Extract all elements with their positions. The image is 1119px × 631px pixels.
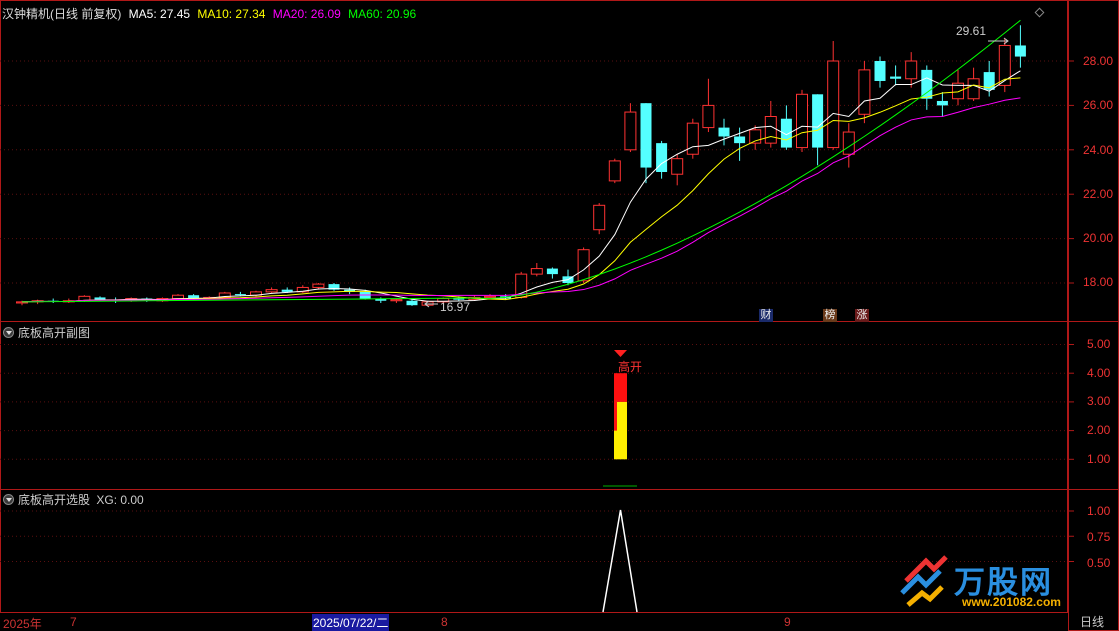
candle-body	[390, 299, 403, 302]
stock-title: 汉钟精机(日线 前复权)	[2, 7, 122, 21]
axis-sub-tick: 3.00	[1087, 394, 1111, 408]
ma60-line	[21, 19, 1021, 303]
brand-url: www.201082.com	[962, 595, 1061, 609]
axis-main-tick: 28.00	[1083, 54, 1114, 68]
candle-body	[936, 100, 948, 106]
ma20-line	[21, 97, 1021, 303]
badge-cai[interactable]: 财	[759, 309, 773, 322]
signal-bar-edge	[614, 401, 617, 431]
badge-zhang[interactable]: 涨	[855, 309, 869, 322]
ma5-line	[21, 70, 1021, 303]
candle-body	[406, 300, 418, 306]
badge-bang[interactable]: 榜	[823, 309, 837, 322]
candle-body	[640, 103, 652, 168]
candle-body	[671, 158, 684, 175]
candle-body	[686, 122, 699, 155]
candle-body	[890, 76, 902, 79]
candle-body	[842, 131, 855, 155]
axis-main-tick: 26.00	[1083, 98, 1114, 112]
diamond-signal-icon	[614, 350, 627, 357]
candle-body	[234, 294, 246, 296]
candle-body	[702, 104, 715, 129]
period-label[interactable]: 日线	[1080, 615, 1104, 629]
ma5-readout: MA5: 27.45	[128, 7, 191, 21]
candle-body	[94, 297, 106, 300]
high-price-label: 29.61	[956, 24, 987, 38]
signal-bar-red	[614, 373, 627, 402]
axis-sub-tick: 5.00	[1087, 337, 1111, 351]
date-month-8: 8	[441, 615, 448, 629]
date-year: 2025年	[3, 617, 42, 631]
panel2-title: 底板高开副图	[18, 326, 91, 340]
panel3-title: 底板高开选股	[18, 493, 91, 507]
signal-label: 高开	[618, 360, 643, 374]
candle-body	[265, 289, 278, 293]
chevron-down-icon[interactable]	[3, 494, 14, 505]
candle-body	[858, 69, 871, 115]
candle-body	[1014, 45, 1026, 57]
axis-xg-tick: 1.00	[1087, 504, 1111, 518]
ma10-readout: MA10: 27.34	[197, 7, 266, 21]
selected-date[interactable]: 2025/07/22/二	[312, 614, 390, 631]
candle-body	[484, 295, 496, 298]
ma20-readout: MA20: 26.09	[272, 7, 341, 21]
brand-logo: 万股网 www.201082.com	[900, 553, 1100, 611]
candle-body	[967, 78, 980, 100]
candle-body	[608, 160, 621, 182]
xg-readout: XG: 0.00	[96, 493, 144, 507]
chart-frame	[0, 0, 1068, 613]
candle-body	[624, 111, 637, 151]
candle-body	[827, 60, 840, 149]
candle-body	[312, 283, 325, 288]
candle-body	[796, 93, 808, 149]
panel2-header: 底板高开副图	[3, 326, 90, 340]
axis-main-tick: 22.00	[1083, 187, 1114, 201]
date-month-7: 7	[70, 615, 77, 629]
candle-body	[921, 69, 933, 99]
candle-body	[546, 268, 558, 275]
axis-sub-tick: 4.00	[1087, 366, 1111, 380]
candle-body	[905, 60, 918, 80]
date-axis[interactable]: 2025年 7 2025/07/22/二 8 9	[0, 613, 1068, 631]
candle-body	[593, 204, 606, 231]
ma10-line	[21, 77, 1021, 303]
candle-body	[812, 94, 824, 148]
axis-sub-tick: 1.00	[1087, 452, 1111, 466]
axis-xg-tick: 0.75	[1087, 530, 1111, 544]
ma60-readout: MA60: 20.96	[348, 7, 417, 21]
chevron-down-icon[interactable]	[3, 327, 14, 338]
candle-body	[718, 127, 730, 137]
axis-main-tick: 20.00	[1083, 231, 1114, 245]
candle-body	[530, 268, 543, 275]
low-price-label: 16.97	[440, 300, 471, 314]
candle-body	[281, 289, 293, 292]
axis-main-tick: 18.00	[1083, 275, 1114, 289]
axis-sub-tick: 2.00	[1087, 423, 1111, 437]
candle-body	[764, 116, 777, 144]
date-month-9: 9	[784, 615, 791, 629]
candle-body	[874, 61, 886, 81]
main-header: 汉钟精机(日线 前复权) MA5: 27.45 MA10: 27.34 MA20…	[2, 7, 416, 21]
kline-chart-canvas[interactable]	[0, 0, 1119, 631]
panel3-header: 底板高开选股 XG: 0.00	[3, 493, 144, 507]
candle-body	[734, 136, 746, 144]
axis-main-tick: 24.00	[1083, 143, 1114, 157]
candle-body	[172, 294, 184, 300]
candle-body	[577, 249, 590, 282]
